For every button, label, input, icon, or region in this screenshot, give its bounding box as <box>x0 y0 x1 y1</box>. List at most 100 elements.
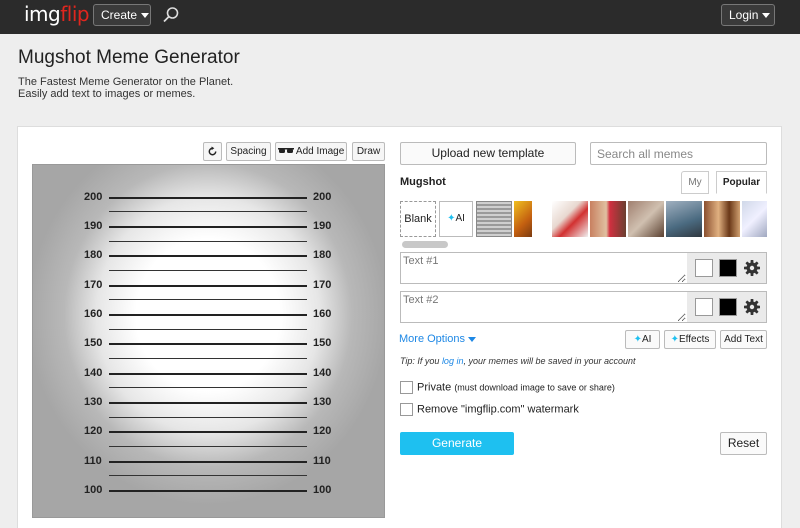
template-thumb[interactable] <box>666 201 702 237</box>
watermark-checkbox[interactable] <box>400 403 413 416</box>
search-memes-input[interactable] <box>590 142 767 165</box>
height-label-right: 140 <box>313 367 332 379</box>
height-label-right: 200 <box>313 191 332 203</box>
template-thumb[interactable] <box>590 201 626 237</box>
text-box-2 <box>400 291 767 323</box>
ai-text-label: AI <box>641 334 652 345</box>
height-label-right: 150 <box>313 337 332 349</box>
reset-button[interactable]: Reset <box>720 432 767 455</box>
text-box-controls <box>687 292 766 322</box>
logo-text-img: img <box>24 2 61 26</box>
create-menu-button[interactable]: Create <box>93 4 151 26</box>
height-line <box>109 343 307 345</box>
effects-button[interactable]: ✦Effects <box>664 330 716 349</box>
gear-icon[interactable] <box>743 259 761 277</box>
private-option[interactable]: Private (must download image to save or … <box>400 381 615 394</box>
template-strip-scrollbar[interactable] <box>402 241 448 248</box>
outline-color-swatch[interactable] <box>695 298 713 316</box>
height-line <box>109 402 307 404</box>
height-line-minor <box>109 417 307 418</box>
height-line <box>109 285 307 287</box>
height-line-minor <box>109 241 307 242</box>
height-label-left: 110 <box>84 455 102 467</box>
meme-canvas[interactable]: 200 190 180 170 160 150 140 130 120 110 … <box>32 164 385 518</box>
template-thumb[interactable] <box>628 201 664 237</box>
tip-prefix: Tip: If you <box>400 356 442 366</box>
tab-popular[interactable]: Popular <box>716 171 767 194</box>
add-text-button[interactable]: Add Text <box>720 330 767 349</box>
login-tip: Tip: If you log in, your memes will be s… <box>400 356 636 366</box>
draw-button[interactable]: Draw <box>352 142 385 161</box>
watermark-option[interactable]: Remove "imgflip.com" watermark <box>400 403 579 416</box>
imgflip-logo[interactable]: imgflip <box>24 2 90 26</box>
height-label-left: 170 <box>84 279 103 291</box>
height-label-left: 160 <box>84 308 103 320</box>
ai-template-button[interactable]: ✦AI <box>439 201 473 237</box>
template-strip: Blank ✦AI <box>400 201 767 237</box>
login-label: Login <box>729 8 759 22</box>
login-button[interactable]: Login <box>721 4 775 26</box>
page-subtitle: The Fastest Meme Generator on the Planet… <box>18 76 234 100</box>
blank-template-button[interactable]: Blank <box>400 201 436 237</box>
tip-suffix: , your memes will be saved in your accou… <box>463 356 636 366</box>
ai-label: AI <box>455 213 465 224</box>
tab-my[interactable]: My <box>681 171 709 194</box>
chevron-down-icon <box>468 336 477 342</box>
spacing-button[interactable]: Spacing <box>226 142 271 161</box>
sunglasses-icon <box>277 148 294 154</box>
add-image-button[interactable]: Add Image <box>275 142 347 161</box>
height-line <box>109 431 307 433</box>
private-checkbox[interactable] <box>400 381 413 394</box>
private-note: (must download image to save or share) <box>454 382 615 393</box>
more-options-toggle[interactable]: More Options <box>399 333 477 345</box>
height-line <box>109 490 307 492</box>
height-label-left: 140 <box>84 367 103 379</box>
template-thumb[interactable] <box>742 201 767 237</box>
height-label-left: 150 <box>84 337 103 349</box>
template-thumb[interactable] <box>514 201 532 237</box>
height-line <box>109 373 307 375</box>
height-line-minor <box>109 387 307 388</box>
chevron-down-icon <box>141 13 150 19</box>
generate-button[interactable]: Generate <box>400 432 514 455</box>
height-label-left: 200 <box>84 191 103 203</box>
rotate-icon <box>208 146 217 156</box>
template-thumb[interactable] <box>552 201 588 237</box>
outline-color-swatch[interactable] <box>695 259 713 277</box>
rotate-button[interactable] <box>203 142 222 161</box>
template-thumb-mugshot[interactable] <box>476 201 512 237</box>
more-options-label: More Options <box>399 333 466 345</box>
height-line <box>109 226 307 228</box>
search-icon[interactable] <box>162 6 180 24</box>
ai-text-button[interactable]: ✦AI <box>625 330 660 349</box>
private-label: Private <box>417 381 452 394</box>
height-label-right: 100 <box>313 484 332 496</box>
height-label-right: 160 <box>313 308 332 320</box>
watermark-label: Remove "imgflip.com" watermark <box>417 403 579 416</box>
height-line <box>109 461 307 463</box>
height-label-left: 100 <box>84 484 103 496</box>
logo-text-flip: flip <box>60 2 90 26</box>
chevron-down-icon <box>762 13 771 19</box>
text-box-1 <box>400 252 767 284</box>
height-line <box>109 255 307 257</box>
height-label-right: 130 <box>313 396 332 408</box>
height-line-minor <box>109 446 307 447</box>
height-label-right: 190 <box>313 220 332 232</box>
height-label-right: 180 <box>313 249 332 261</box>
text-color-swatch[interactable] <box>719 259 737 277</box>
text-input-1[interactable] <box>401 253 686 283</box>
height-label-left: 130 <box>84 396 103 408</box>
height-line <box>109 314 307 316</box>
upload-template-button[interactable]: Upload new template <box>400 142 576 165</box>
template-thumb[interactable] <box>704 201 740 237</box>
sparkle-icon: ✦ <box>670 334 679 345</box>
height-label-right: 170 <box>313 279 332 291</box>
gear-icon[interactable] <box>743 298 761 316</box>
text-color-swatch[interactable] <box>719 298 737 316</box>
height-line-minor <box>109 475 307 476</box>
text-input-2[interactable] <box>401 292 686 322</box>
template-name-label: Mugshot <box>400 176 446 188</box>
page-title: Mugshot Meme Generator <box>18 47 240 68</box>
login-link[interactable]: log in <box>442 356 464 366</box>
